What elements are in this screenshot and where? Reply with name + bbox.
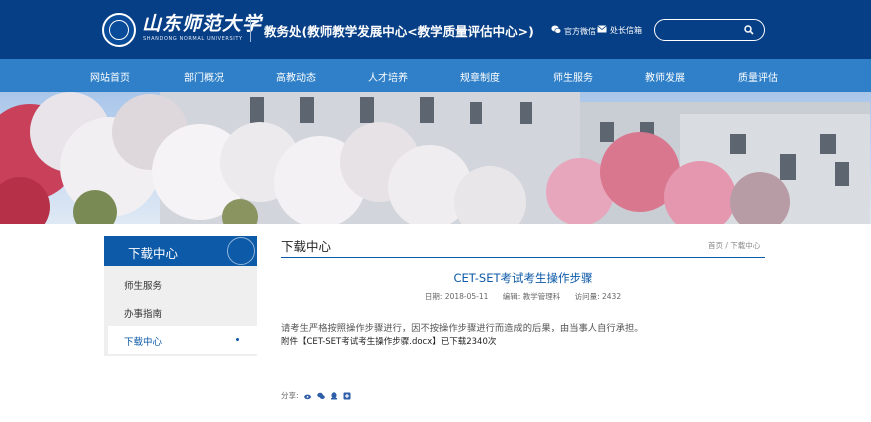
sidebar-item-label: 下载中心 [124, 337, 163, 348]
attachment-link[interactable]: 附件【CET-SET考试考生操作步骤.docx】已下载2340次 [281, 335, 496, 347]
nav-item-overview[interactable]: 部门概况 [184, 69, 224, 84]
seal-watermark-icon [227, 237, 255, 265]
nav-item-services[interactable]: 师生服务 [553, 69, 593, 84]
nav-item-rules[interactable]: 规章制度 [460, 69, 500, 84]
nav-item-quality[interactable]: 质量评估 [738, 69, 778, 84]
qq-icon[interactable] [330, 391, 338, 400]
weibo-icon[interactable] [303, 392, 312, 400]
share-bar: 分享: [281, 390, 351, 401]
search-icon[interactable] [742, 23, 756, 37]
more-share-icon[interactable] [343, 392, 351, 400]
active-indicator-dot [236, 338, 239, 341]
department-title: 教务处(教师教学发展中心<教学质量评估中心>) [264, 24, 534, 39]
university-logo-subtitle: SHANDONG NORMAL UNIVERSITY [143, 36, 243, 42]
nav-item-teacher-dev[interactable]: 教师发展 [645, 69, 685, 84]
nav-item-home[interactable]: 网站首页 [90, 69, 130, 84]
director-mailbox-link[interactable]: 处长信箱 [597, 25, 642, 36]
sidebar-menu: 师生服务 办事指南 下载中心 [104, 266, 257, 356]
sidebar-item-guide[interactable]: 办事指南 [104, 298, 257, 326]
sidebar-title: 下载中心 [128, 246, 179, 261]
wechat-share-icon[interactable] [316, 392, 325, 400]
article-body-text: 请考生严格按照操作步骤进行，因不按操作步骤进行而造成的后果，由当事人自行承担。 [281, 323, 644, 334]
nav-item-training[interactable]: 人才培养 [368, 69, 408, 84]
nav-item-news[interactable]: 高教动态 [276, 69, 316, 84]
article-date: 日期: 2018-05-11 [424, 292, 489, 301]
wechat-link[interactable]: 官方微信 [551, 25, 596, 37]
article-meta: 日期: 2018-05-11 编辑: 教学管理科 访问量: 2432 [281, 291, 765, 302]
section-divider [281, 257, 765, 258]
header-divider [250, 18, 251, 42]
university-seal-icon[interactable] [102, 13, 136, 47]
search-box [654, 19, 765, 41]
mail-icon [597, 25, 607, 36]
main-nav: 网站首页 部门概况 高教动态 人才培养 规章制度 师生服务 教师发展 质量评估 [0, 59, 871, 92]
share-label: 分享: [281, 391, 299, 400]
sidebar-item-label: 师生服务 [124, 281, 163, 292]
breadcrumb[interactable]: 首页 / 下载中心 [708, 240, 760, 251]
section-title: 下载中心 [281, 239, 332, 254]
wechat-label: 官方微信 [564, 26, 596, 36]
sidebar-item-downloads[interactable]: 下载中心 [108, 326, 257, 354]
sidebar-item-label: 办事指南 [124, 309, 163, 320]
university-logo-name[interactable]: 山东师范大学 [142, 13, 262, 35]
article-editor: 编辑: 教学管理科 [502, 292, 561, 301]
sidebar-header: 下载中心 [104, 236, 257, 266]
mailbox-label: 处长信箱 [610, 26, 642, 35]
campus-banner-image [0, 92, 871, 224]
search-input[interactable] [663, 23, 743, 37]
site-header: 山东师范大学 SHANDONG NORMAL UNIVERSITY 教务处(教师… [0, 0, 871, 59]
article-title: CET-SET考试考生操作步骤 [453, 271, 593, 285]
sidebar-item-services[interactable]: 师生服务 [104, 270, 257, 298]
article-views: 访问量: 2432 [574, 292, 622, 301]
wechat-icon [551, 25, 562, 37]
